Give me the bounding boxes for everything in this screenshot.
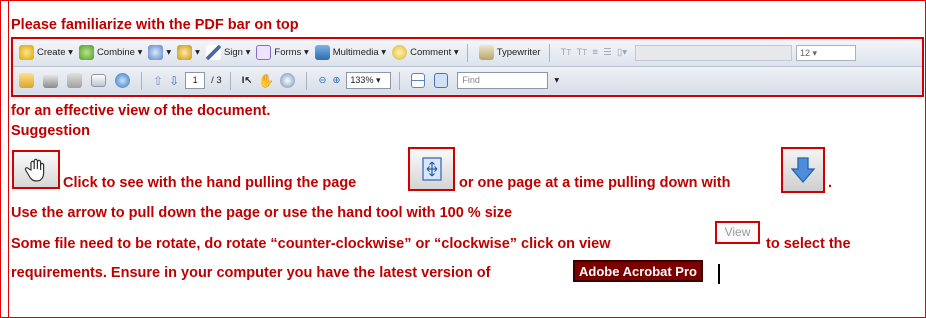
zoom-in-button[interactable]: ⊕ [332,75,340,86]
print-button[interactable] [43,73,61,88]
page-number-field[interactable]: 1 [185,72,206,89]
pdf-toolbar-row-2: ⇧ ⇩ 1 / 3 I↖ ✋ ⊖ ⊕ 133% ▾ Find ▾ [13,67,922,94]
toolbar-separator [141,71,142,90]
typewriter-button[interactable]: Typewriter [478,45,541,60]
open-button[interactable] [19,73,37,88]
view-menu-image: View [715,221,760,244]
rotate-instruction-text: Some file need to be rotate, do rotate “… [11,236,611,252]
toolbar-separator [306,71,308,90]
toolbar-separator [399,71,401,90]
latest-version-text: requirements. Ensure in your computer yo… [11,265,491,281]
left-margin-rule [8,0,9,318]
fit-page-toolbar-button[interactable] [434,73,451,88]
pdf-toolbar-row-1: Create ▾ Combine ▾ ▾ ▾ Sign ▾ Forms ▾ Mu… [13,39,922,67]
hand-tool-image [12,150,60,189]
find-input[interactable]: Find [457,72,549,89]
comment-icon [392,45,408,60]
envelope-icon [91,74,106,87]
font-size-field[interactable]: 12 ▾ [796,44,857,61]
page-total-label: / 3 [211,75,222,86]
zoom-out-button[interactable]: ⊖ [318,75,326,86]
pdf-toolbar-image: Create ▾ Combine ▾ ▾ ▾ Sign ▾ Forms ▾ Mu… [11,37,924,97]
marquee-zoom-button[interactable] [280,73,298,88]
fit-page-image [408,147,455,191]
zoom-field[interactable]: 133% ▾ [346,72,392,89]
multimedia-button[interactable]: Multimedia ▾ [314,45,386,60]
select-requirements-text: to select the [766,236,851,252]
typewriter-icon [478,45,494,60]
scrolling-mode-button[interactable] [411,73,428,88]
period-text: . [828,175,833,191]
select-tool-button[interactable]: I↖ [242,75,253,86]
heading-text: Please familiarize with the PDF bar on t… [11,17,299,33]
share-button[interactable]: ▾ [148,45,171,60]
secure-button[interactable]: ▾ [177,45,200,60]
page-at-a-time-text: or one page at a time pulling down with [459,175,731,191]
multimedia-icon [314,45,330,60]
previous-page-button[interactable]: ⇧ [153,74,163,88]
font-name-field[interactable] [635,44,793,61]
save-button[interactable] [67,73,85,88]
globe-icon [115,73,130,88]
create-button[interactable]: Create ▾ [19,45,73,60]
forms-icon [256,45,272,60]
suggestion-text: Suggestion [11,123,90,139]
folder-icon [19,73,34,88]
sign-button[interactable]: Sign ▾ [205,45,250,60]
scrolling-icon [411,73,426,88]
next-page-arrow-image [781,147,825,193]
comment-button[interactable]: Comment ▾ [392,45,459,60]
hand-instruction-text: Click to see with the hand pulling the p… [63,175,357,191]
create-icon [19,45,34,60]
toolbar-separator [548,43,550,62]
combine-icon [78,45,94,60]
find-dropdown[interactable]: ▾ [554,75,559,86]
email-button[interactable] [91,74,109,87]
share-workspace-button[interactable] [115,73,133,88]
text-cursor [718,264,720,284]
hand-tool-icon [24,158,45,182]
combine-button[interactable]: Combine ▾ [78,45,142,60]
text-format-icons: TT TT ≡ ☰ ▯▾ [560,47,628,58]
adobe-acrobat-pro-label: Adobe Acrobat Pro [573,260,703,282]
share-icon [148,45,164,60]
toolbar-separator [466,43,468,62]
fit-page-icon [421,157,442,181]
printer-icon [43,73,58,88]
magnifier-icon [280,73,296,88]
arrow-usage-text: Use the arrow to pull down the page or u… [11,205,513,221]
next-page-button[interactable]: ⇩ [169,74,179,88]
next-page-arrow-icon [790,157,816,184]
pen-icon [205,45,221,60]
effective-view-text: for an effective view of the document. [11,103,271,119]
disk-icon [67,73,82,88]
forms-button[interactable]: Forms ▾ [256,45,309,60]
toolbar-separator [229,71,231,90]
fit-page-icon [434,73,449,88]
hand-tool-button[interactable]: ✋ [258,73,274,89]
lock-icon [177,45,193,60]
